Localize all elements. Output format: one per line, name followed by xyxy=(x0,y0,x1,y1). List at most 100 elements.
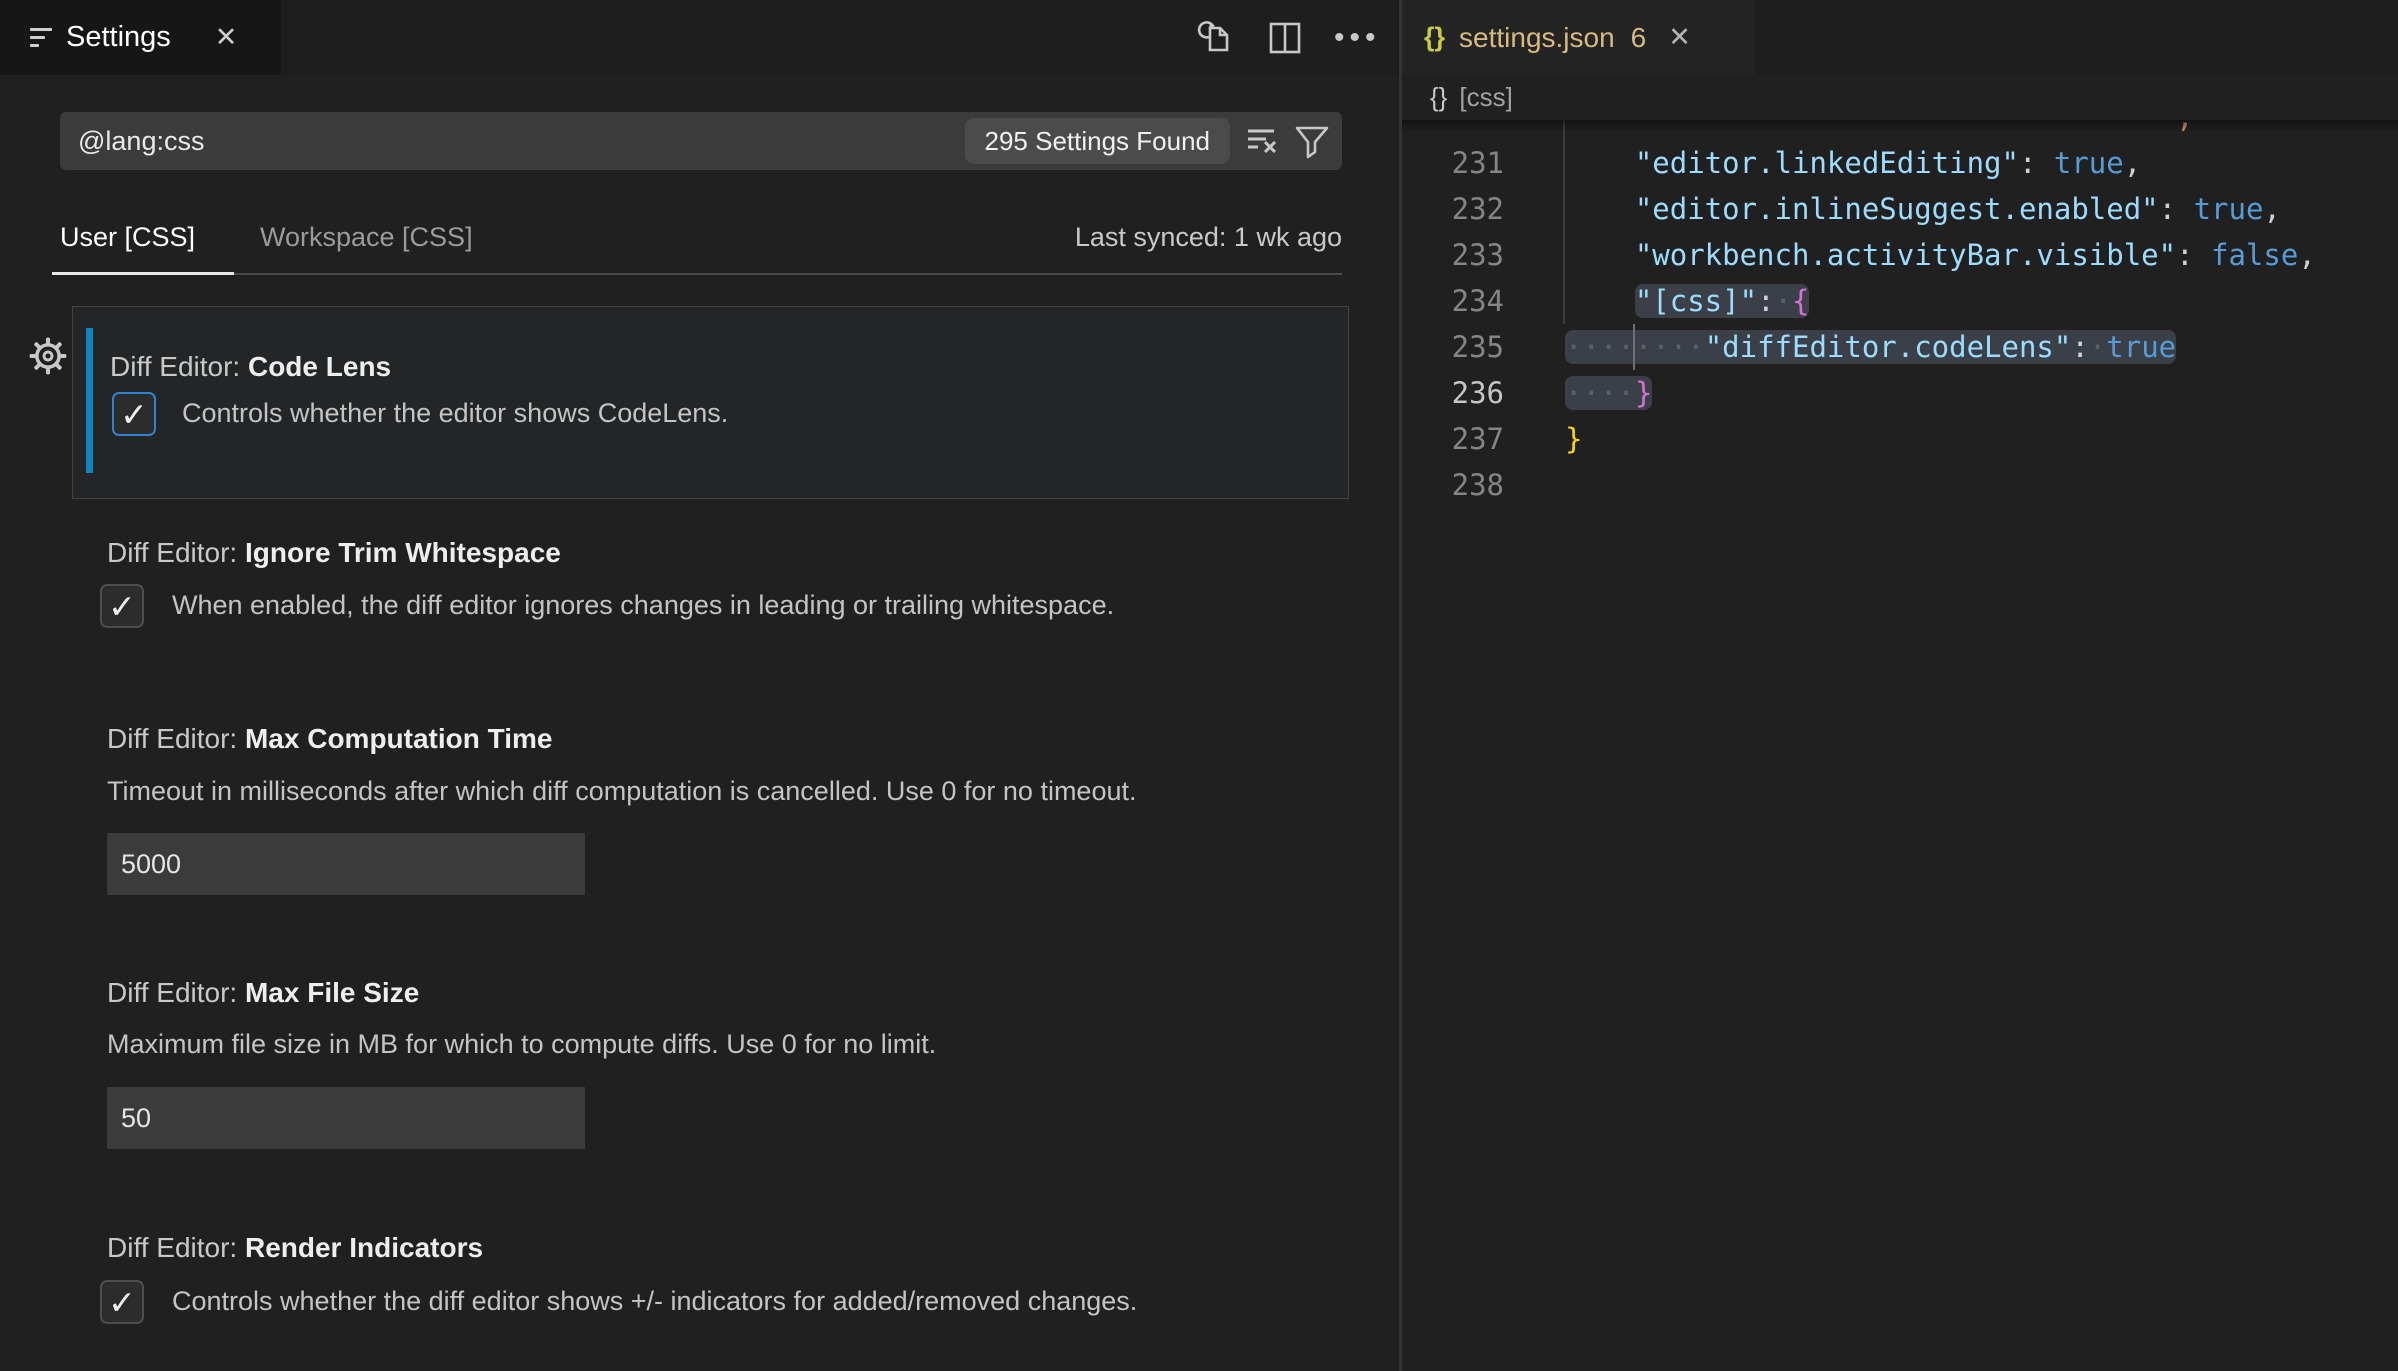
indent-guide-active xyxy=(1633,324,1635,370)
setting-title: Diff Editor: Render Indicators xyxy=(107,1232,483,1264)
token-dot: ···· xyxy=(1565,376,1635,410)
clear-search-filters-icon[interactable] xyxy=(1242,121,1282,161)
setting-description: Controls whether the diff editor shows +… xyxy=(172,1286,1137,1317)
tab-problems-badge: 6 xyxy=(1631,22,1647,54)
tab-settings[interactable]: Settings ✕ xyxy=(0,0,281,75)
editor-actions: ••• xyxy=(1196,0,1358,75)
setting-description: Timeout in milliseconds after which diff… xyxy=(107,776,1136,807)
setting-name: Max Computation Time xyxy=(245,723,553,754)
setting-value: 5000 xyxy=(121,849,181,880)
selection-highlight: ····} xyxy=(1565,376,1652,410)
token-punc: : xyxy=(2019,146,2054,180)
json-file-icon: {} xyxy=(1424,22,1445,53)
code-line[interactable]: 231 "editor.linkedEditing": true, xyxy=(1402,140,2398,186)
token-ws xyxy=(1565,238,1635,272)
last-synced-label: Last synced: 1 wk ago xyxy=(1075,222,1342,253)
setting-value-input[interactable]: 5000 xyxy=(107,833,585,895)
setting-title: Diff Editor: Max File Size xyxy=(107,977,419,1009)
token-punc: , xyxy=(2298,238,2315,272)
setting-value: 50 xyxy=(121,1103,151,1134)
setting-value-input[interactable]: 50 xyxy=(107,1087,585,1149)
code-line[interactable]: 233 "workbench.activityBar.visible": fal… xyxy=(1402,232,2398,278)
token-key: "diffEditor.codeLens" xyxy=(1705,330,2072,364)
line-number: 237 xyxy=(1402,416,1504,462)
setting-name: Code Lens xyxy=(248,351,391,382)
scroll-shadow xyxy=(1402,120,2398,132)
token-ws xyxy=(1565,146,1635,180)
token-key: "workbench.activityBar.visible" xyxy=(1635,238,2176,272)
line-number: 233 xyxy=(1402,232,1504,278)
code-text: } xyxy=(1565,416,1582,462)
code-line[interactable]: 236····} xyxy=(1402,370,2398,416)
token-brace2: { xyxy=(1792,284,1809,318)
code-text: "[css]":·{ xyxy=(1565,278,1809,324)
setting-category: Diff Editor: xyxy=(107,977,245,1008)
token-punc: : xyxy=(2176,238,2211,272)
scope-divider xyxy=(234,273,1342,275)
setting-name: Ignore Trim Whitespace xyxy=(245,537,561,568)
vscode-window: Settings ✕ ••• {} settings.json 6 ✕ @l xyxy=(0,0,2398,1371)
more-actions-icon[interactable]: ••• xyxy=(1334,0,1381,75)
setting-title: Diff Editor: Max Computation Time xyxy=(107,723,553,755)
token-dot: · xyxy=(1775,284,1792,318)
filter-icon[interactable] xyxy=(1292,121,1332,161)
setting-name: Max File Size xyxy=(245,977,419,1008)
code-line[interactable]: 237} xyxy=(1402,416,2398,462)
settings-list-icon xyxy=(30,28,52,47)
setting-description: Controls whether the editor shows CodeLe… xyxy=(182,398,728,429)
token-punc: : xyxy=(2159,192,2194,226)
close-settings-json-tab-icon[interactable]: ✕ xyxy=(1668,24,1691,51)
breadcrumb-json-icon: {} xyxy=(1430,82,1447,113)
settings-results-badge: 295 Settings Found xyxy=(965,118,1231,164)
token-brace2: } xyxy=(1635,376,1652,410)
selection-highlight: "[css]":·{ xyxy=(1635,284,1810,318)
close-settings-tab-icon[interactable]: ✕ xyxy=(215,24,238,51)
code-area[interactable]: ",231 "editor.linkedEditing": true,232 "… xyxy=(1402,120,2398,1371)
code-line[interactable]: 234 "[css]":·{ xyxy=(1402,278,2398,324)
token-bool: true xyxy=(2054,146,2124,180)
gear-icon[interactable] xyxy=(28,336,68,376)
tab-scope-user[interactable]: User [CSS] xyxy=(60,222,195,253)
token-brace1: } xyxy=(1565,422,1582,456)
token-punc: : xyxy=(1757,284,1774,318)
setting-title: Diff Editor: Ignore Trim Whitespace xyxy=(107,537,561,569)
setting-description: Maximum file size in MB for which to com… xyxy=(107,1029,936,1060)
breadcrumb-symbol-css[interactable]: [css] xyxy=(1459,82,1512,113)
settings-search-query: @lang:css xyxy=(78,126,965,157)
line-number: 238 xyxy=(1402,462,1504,508)
setting-checkbox[interactable]: ✓ xyxy=(100,584,144,628)
checkmark-icon: ✓ xyxy=(108,590,136,623)
code-text: ········"diffEditor.codeLens":·true xyxy=(1565,324,2176,370)
modified-setting-indicator xyxy=(86,328,93,473)
token-bool: false xyxy=(2211,238,2298,272)
settings-search-input[interactable]: @lang:css 295 Settings Found xyxy=(60,112,1342,170)
token-ws xyxy=(1565,284,1635,318)
code-line[interactable]: 232 "editor.inlineSuggest.enabled": true… xyxy=(1402,186,2398,232)
checkmark-icon: ✓ xyxy=(120,398,148,431)
split-editor-icon[interactable] xyxy=(1266,19,1304,57)
selection-highlight: ········"diffEditor.codeLens":·true xyxy=(1565,330,2176,364)
setting-checkbox[interactable]: ✓ xyxy=(100,1280,144,1324)
checkmark-icon: ✓ xyxy=(108,1286,136,1319)
token-key: "editor.linkedEditing" xyxy=(1635,146,2019,180)
breadcrumb[interactable]: {} [css] xyxy=(1402,75,2398,120)
code-text: "workbench.activityBar.visible": false, xyxy=(1565,232,2316,278)
token-ws xyxy=(1565,192,1635,226)
setting-checkbox[interactable]: ✓ xyxy=(112,392,156,436)
code-text: ····} xyxy=(1565,370,1652,416)
token-punc: , xyxy=(2263,192,2280,226)
code-line[interactable]: 238 xyxy=(1402,462,2398,508)
token-punc: : xyxy=(2071,330,2088,364)
token-punc: , xyxy=(2124,146,2141,180)
line-number: 232 xyxy=(1402,186,1504,232)
tab-settings-json[interactable]: {} settings.json 6 ✕ xyxy=(1402,0,1755,75)
open-settings-json-icon[interactable] xyxy=(1196,18,1236,58)
setting-name: Render Indicators xyxy=(245,1232,483,1263)
token-dot: · xyxy=(2089,330,2106,364)
setting-title: Diff Editor: Code Lens xyxy=(110,351,391,383)
line-number: 235 xyxy=(1402,324,1504,370)
setting-category: Diff Editor: xyxy=(107,723,245,754)
code-line[interactable]: 235········"diffEditor.codeLens":·true xyxy=(1402,324,2398,370)
tab-scope-workspace[interactable]: Workspace [CSS] xyxy=(260,222,473,253)
code-text: "editor.linkedEditing": true, xyxy=(1565,140,2141,186)
